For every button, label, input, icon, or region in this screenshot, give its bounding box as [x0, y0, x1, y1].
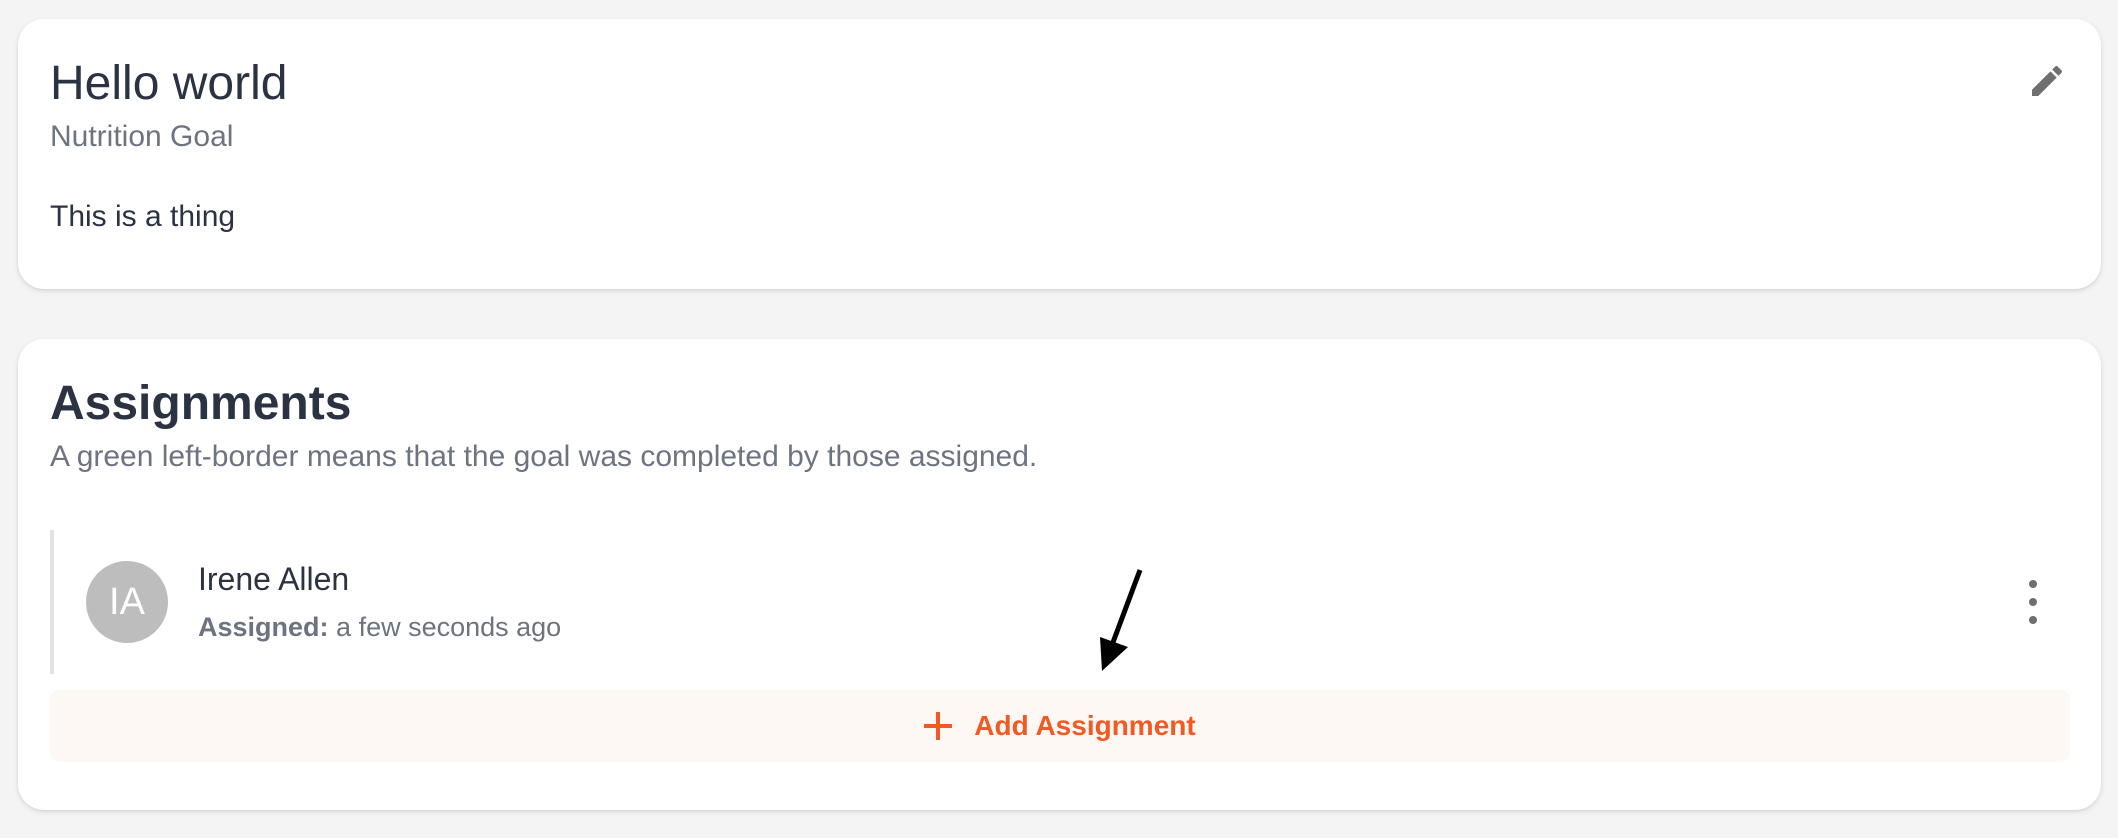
goal-description: This is a thing: [50, 200, 236, 233]
assignments-description: A green left-border means that the goal …: [50, 440, 1038, 473]
goal-title: Hello world: [50, 57, 288, 110]
assigned-time-value: a few seconds ago: [336, 612, 562, 642]
assignee-name: Irene Allen: [198, 561, 350, 597]
assignment-menu-button[interactable]: [2018, 580, 2048, 624]
assigned-label: Assigned:: [198, 612, 329, 642]
assigned-time: Assigned: a few seconds ago: [198, 612, 561, 643]
goal-type: Nutrition Goal: [50, 120, 234, 153]
add-assignment-label: Add Assignment: [974, 710, 1196, 741]
edit-goal-button[interactable]: [2023, 57, 2071, 105]
avatar: IA: [86, 561, 168, 643]
goal-card: Hello world Nutrition Goal This is a thi…: [18, 19, 2101, 289]
plus-icon: [924, 712, 953, 740]
more-vertical-icon: [2029, 580, 2037, 588]
assignments-card: Assignments A green left-border means th…: [18, 339, 2101, 810]
assignments-title: Assignments: [50, 377, 352, 430]
add-assignment-button[interactable]: Add Assignment: [50, 690, 2070, 762]
assignment-item: IA Irene Allen Assigned: a few seconds a…: [50, 530, 2070, 674]
pencil-icon: [2032, 65, 2063, 96]
